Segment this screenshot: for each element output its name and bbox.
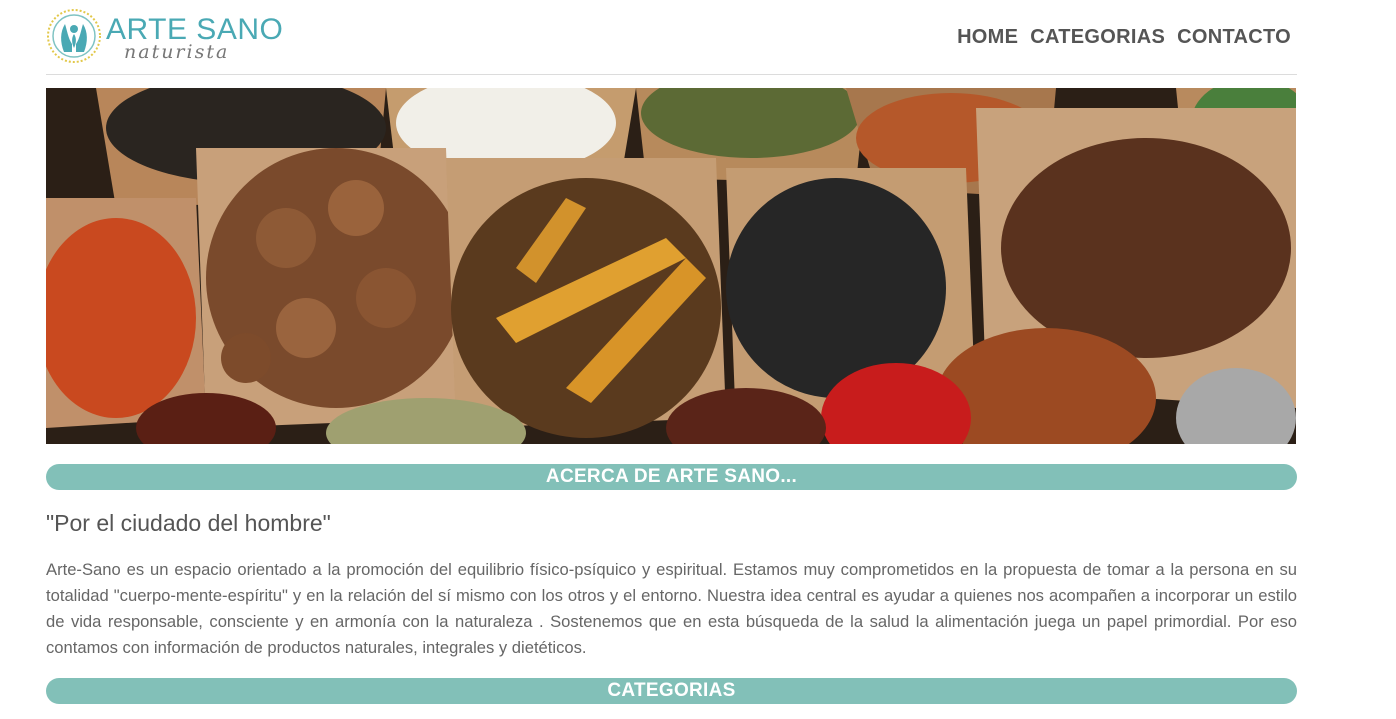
about-quote: "Por el ciudado del hombre" <box>46 510 331 536</box>
spices-banner-image <box>46 88 1296 444</box>
main-nav: HOME CATEGORIAS CONTACTO <box>957 25 1291 49</box>
site-logo[interactable]: ARTE SANO naturista <box>46 6 283 66</box>
nav-contacto[interactable]: CONTACTO <box>1177 25 1291 49</box>
categories-section-heading: CATEGORIAS <box>46 678 1297 704</box>
brand-tagline: naturista <box>124 41 230 63</box>
nav-categorias[interactable]: CATEGORIAS <box>1030 25 1165 49</box>
site-header: ARTE SANO naturista HOME CATEGORIAS CONT… <box>46 0 1297 75</box>
spices-photo-icon <box>46 88 1296 444</box>
nav-home[interactable]: HOME <box>957 25 1018 49</box>
about-description: Arte-Sano es un espacio orientado a la p… <box>46 560 1297 657</box>
page: ARTE SANO naturista HOME CATEGORIAS CONT… <box>0 0 1396 719</box>
logo-hands-icon <box>47 9 101 63</box>
about-section-heading: ACERCA DE ARTE SANO... <box>46 464 1297 490</box>
